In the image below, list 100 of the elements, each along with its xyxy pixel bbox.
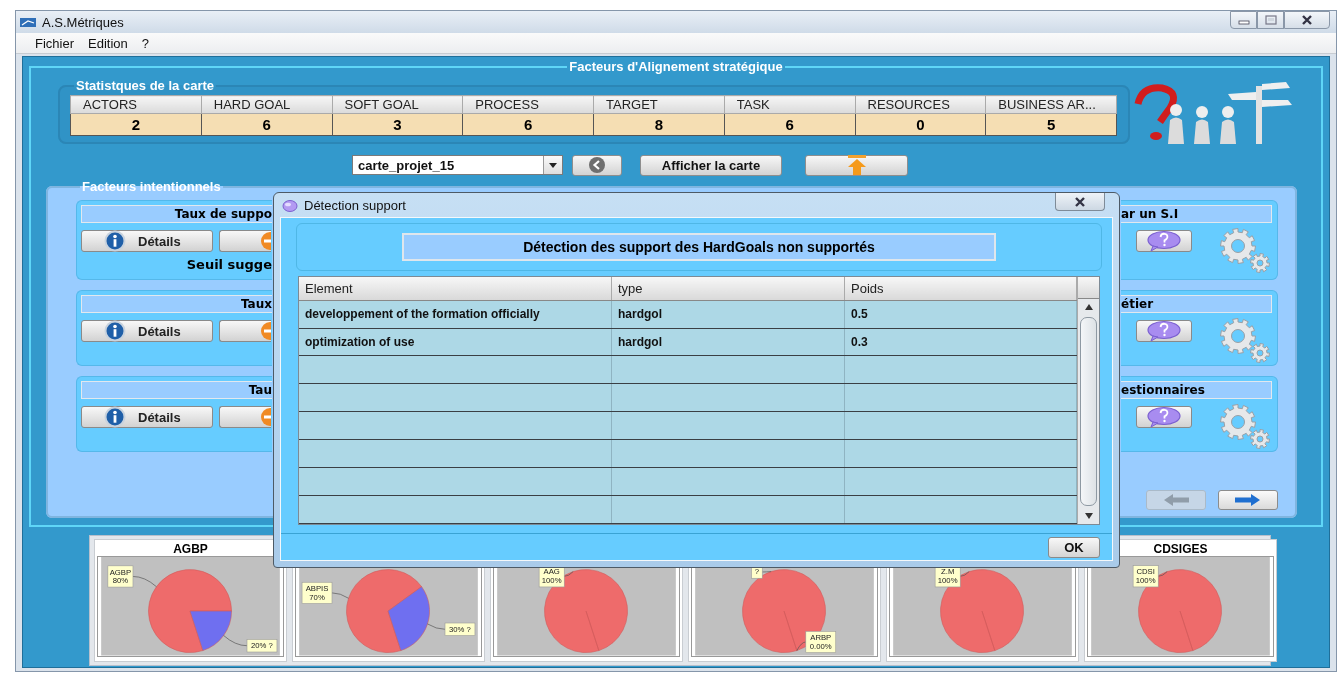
data-label: ABPIS 70% — [301, 582, 333, 605]
data-label: AAG 100% — [538, 565, 565, 588]
round-icon — [259, 406, 271, 428]
bubble-icon — [282, 198, 298, 212]
scroll-down-icon — [1082, 511, 1095, 521]
details-button[interactable]: Détails — [81, 320, 213, 342]
slice-label: Z.M — [941, 567, 955, 577]
chart-title: CDSIGES — [1153, 542, 1208, 557]
table-cell: 0.3 — [844, 328, 1077, 356]
maximize-button[interactable] — [1257, 11, 1284, 29]
action-button[interactable] — [219, 406, 271, 428]
leader-line — [959, 571, 970, 578]
table-cell: optimization of use — [299, 328, 612, 356]
slice-label: AGBP — [109, 568, 132, 578]
data-label: 100% — [937, 576, 958, 586]
data-label: Z.M 100% — [934, 565, 961, 588]
close-button[interactable] — [1284, 11, 1330, 29]
data-label: 80% — [112, 576, 129, 586]
round-icon — [259, 230, 271, 252]
up-arrow-icon — [845, 155, 868, 175]
column-header: HARD GOAL — [201, 95, 332, 114]
details-button[interactable]: Détails — [81, 230, 213, 252]
info-icon — [104, 230, 126, 252]
details-button[interactable]: Détails — [81, 406, 213, 428]
group-title: Statistques de la carte — [75, 78, 215, 93]
panel-header: étier — [1121, 295, 1272, 313]
table-cell: 3 — [332, 113, 463, 136]
panel-header: Tau — [81, 381, 272, 399]
column-header: Poids — [844, 277, 1077, 301]
leader-line — [563, 571, 574, 578]
ok-button[interactable]: OK — [1048, 536, 1100, 558]
left-arrow-icon — [1163, 493, 1189, 507]
panel-header: Taux — [81, 295, 272, 313]
help-bubble-icon — [1144, 230, 1184, 252]
app-icon — [20, 16, 36, 28]
menu-item[interactable]: ? — [134, 35, 156, 51]
dropdown-arrow-icon — [547, 160, 559, 170]
data-label: 30% ? — [444, 623, 476, 637]
dialog-heading: Détection des support des HardGoals non supportés — [402, 233, 996, 261]
map-select[interactable]: carte_projet_15 — [352, 155, 563, 175]
data-label: 30% — [449, 625, 465, 635]
table-cell: 0 — [855, 113, 986, 136]
column-header: PROCESS — [462, 95, 594, 114]
leader-line — [223, 635, 248, 647]
column-header: type — [611, 277, 845, 301]
help-bubble-icon — [1144, 406, 1184, 428]
leader-line — [132, 576, 157, 588]
close-icon — [1073, 195, 1087, 208]
leader-line — [796, 642, 807, 652]
menu-item[interactable]: Fichier — [28, 35, 81, 51]
scroll-thumb[interactable] — [1080, 317, 1097, 506]
minimize-button[interactable] — [1230, 11, 1257, 29]
close-icon — [1300, 14, 1314, 26]
leader-line — [427, 624, 446, 631]
panel-header: estionnaires — [1121, 381, 1272, 399]
leader-line — [1157, 571, 1168, 578]
help-button[interactable] — [1136, 320, 1192, 342]
next-button[interactable] — [1218, 490, 1278, 510]
column-header: RESOURCES — [855, 95, 986, 114]
help-button[interactable] — [1136, 406, 1192, 428]
scroll-up-icon — [1082, 302, 1095, 312]
help-bubble-icon — [1144, 320, 1184, 342]
table-cell: developpement of the formation officially — [299, 300, 612, 328]
close-button[interactable] — [1055, 193, 1105, 211]
column-header: ACTORS — [70, 95, 202, 114]
action-button[interactable] — [219, 230, 271, 252]
table-cell: hardgol — [611, 328, 845, 356]
leader-line — [761, 571, 772, 573]
leader-line — [331, 593, 349, 600]
scrollbar[interactable] — [1077, 277, 1099, 524]
data-label: 100% — [541, 576, 562, 586]
column-header: Element — [299, 277, 612, 301]
slice-label: ABPIS — [305, 584, 329, 594]
slice-label: CDSI — [1136, 567, 1155, 577]
panel-header: ar un S.I — [1121, 205, 1272, 223]
dialog-title: Détection support — [304, 197, 406, 213]
column-header: BUSINESS AR... — [985, 95, 1117, 114]
back-icon — [588, 156, 606, 174]
group-title: Facteurs d'Alignement stratégique — [568, 59, 784, 74]
panel-header: Taux de suppo — [81, 205, 272, 223]
data-label: 100% — [1135, 576, 1156, 586]
maximize-icon — [1263, 14, 1278, 26]
back-button[interactable] — [572, 154, 622, 176]
slice-label: ? — [266, 641, 273, 651]
upload-button[interactable] — [805, 154, 908, 176]
data-label: CDSI 100% — [1132, 565, 1159, 588]
slice-label: AAG — [543, 567, 560, 577]
chart-title: AGBP — [173, 542, 208, 557]
table-cell: hardgol — [611, 300, 845, 328]
info-icon — [104, 406, 126, 428]
menu-item[interactable]: Edition — [81, 35, 135, 51]
help-button[interactable] — [1136, 230, 1192, 252]
data-label: 20% — [251, 641, 267, 651]
slice-label: ? — [464, 625, 471, 635]
show-map-button[interactable]: Afficher la carte — [640, 154, 782, 176]
action-button[interactable] — [219, 320, 271, 342]
right-arrow-icon — [1235, 493, 1261, 507]
threshold-label: Seuil sugge — [185, 257, 272, 272]
info-icon — [104, 320, 126, 342]
data-label: 20% ? — [246, 639, 278, 653]
